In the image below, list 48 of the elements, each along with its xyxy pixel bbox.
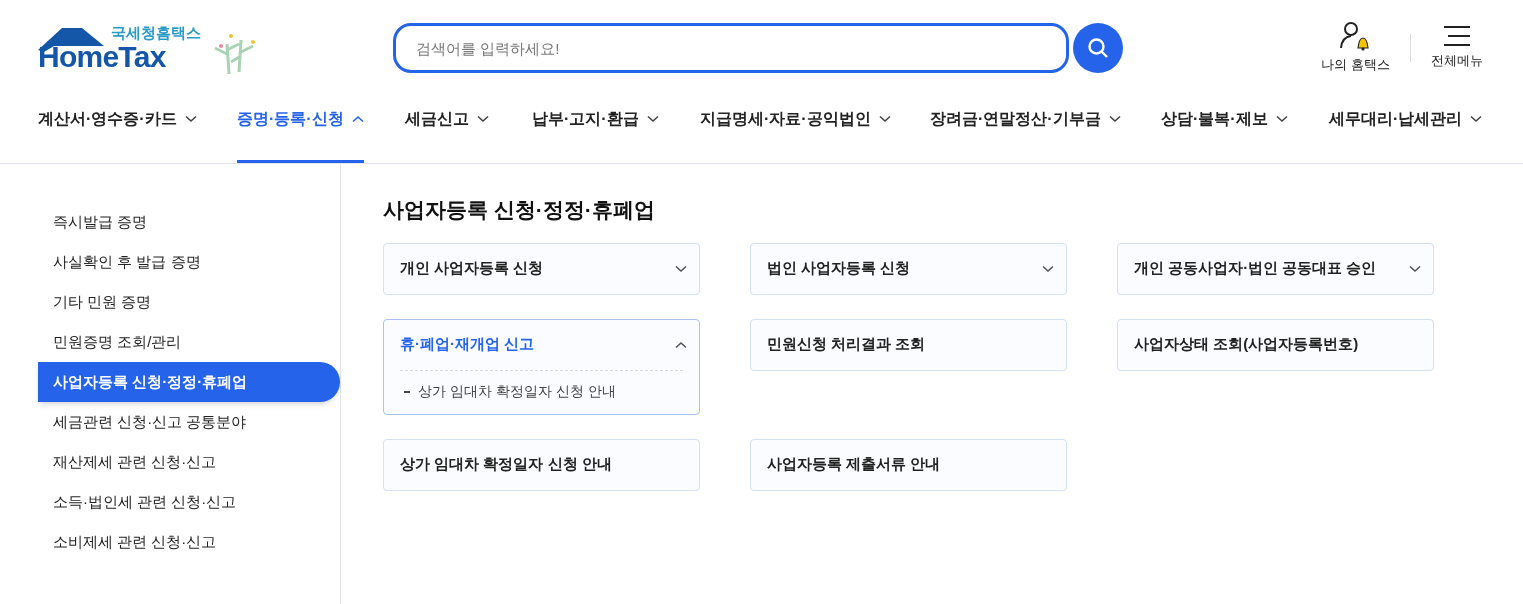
sidebar-item[interactable]: 기타 민원 증명 xyxy=(38,282,340,322)
logo-title[interactable]: HomeTax xyxy=(38,42,166,72)
chevron-down-icon xyxy=(1108,115,1121,123)
chevron-down-icon xyxy=(477,115,489,123)
sidebar-item[interactable]: 재산제세 관련 신청·신고 xyxy=(38,442,340,482)
chevron-down-icon xyxy=(1470,115,1483,123)
nav-tab[interactable]: 계산서·영수증·카드 xyxy=(38,96,197,163)
logo-subtitle: 국세청홈택스 xyxy=(111,24,201,42)
search-button[interactable] xyxy=(1073,23,1123,73)
page-title: 사업자등록 신청·정정·휴폐업 xyxy=(383,197,656,223)
accordion-header[interactable]: 개인 사업자등록 신청 xyxy=(384,243,699,294)
menu-icon xyxy=(1444,25,1470,48)
sidebar-item[interactable]: 즉시발급 증명 xyxy=(38,202,340,242)
card-link[interactable]: 민원신청 처리결과 조회 xyxy=(751,319,1066,370)
all-menu-button[interactable]: 전체메뉴 xyxy=(1431,25,1483,71)
card-link[interactable]: 사업자등록 제출서류 안내 xyxy=(751,439,1066,490)
nav-tab[interactable]: 세금신고 xyxy=(405,96,489,163)
chevron-up-icon xyxy=(351,115,364,123)
search-icon xyxy=(1087,37,1109,59)
accordion-header[interactable]: 개인 공동사업자·법인 공동대표 승인 xyxy=(1118,243,1433,294)
sidebar-item[interactable]: 세금관련 신청·신고 공통분야 xyxy=(38,402,340,442)
my-hometax-button[interactable]: 나의 홈택스 xyxy=(1321,21,1390,75)
sidebar-item[interactable]: 소비제세 관련 신청·신고 xyxy=(38,522,340,562)
nav-tab[interactable]: 장려금·연말정산·기부금 xyxy=(930,96,1121,163)
sidebar-item[interactable]: 소득·법인세 관련 신청·신고 xyxy=(38,482,340,522)
nav-tab[interactable]: 상담·불복·제보 xyxy=(1161,96,1288,163)
chevron-down-icon xyxy=(1409,264,1421,273)
accordion-header[interactable]: 법인 사업자등록 신청 xyxy=(751,243,1066,294)
chevron-down-icon xyxy=(184,115,197,123)
chevron-down-icon xyxy=(878,115,891,123)
chevron-down-icon xyxy=(675,264,687,273)
nav-tab[interactable]: 지급명세·자료·공익법인 xyxy=(700,96,891,163)
search-field[interactable]: 검색어를 입력하세요! xyxy=(393,23,1069,73)
chevron-down-icon xyxy=(1275,115,1288,123)
card-link[interactable]: 상가 임대차 확정일자 신청 안내 xyxy=(384,439,699,490)
user-bell-icon xyxy=(1339,21,1372,52)
sidebar-item[interactable]: 사업자등록 신청·정정·휴폐업 xyxy=(38,362,340,402)
chevron-down-icon xyxy=(1042,264,1054,273)
sidebar-item[interactable]: 사실확인 후 발급 증명 xyxy=(38,242,340,282)
nav-tab[interactable]: 증명·등록·신청 xyxy=(237,96,364,163)
sidebar-item[interactable]: 민원증명 조회/관리 xyxy=(38,322,340,362)
accordion-header[interactable]: 휴·폐업·재개업 신고 xyxy=(384,319,699,370)
card-link[interactable]: 사업자상태 조회(사업자등록번호) xyxy=(1118,319,1433,370)
chevron-up-icon xyxy=(675,340,687,349)
chevron-down-icon xyxy=(646,115,659,123)
nav-tab[interactable]: 세무대리·납세관리 xyxy=(1329,96,1483,163)
nav-tab[interactable]: 납부·고지·환급 xyxy=(532,96,659,163)
submenu-link[interactable]: 상가 임대차 확정일자 신청 안내 xyxy=(400,380,683,402)
